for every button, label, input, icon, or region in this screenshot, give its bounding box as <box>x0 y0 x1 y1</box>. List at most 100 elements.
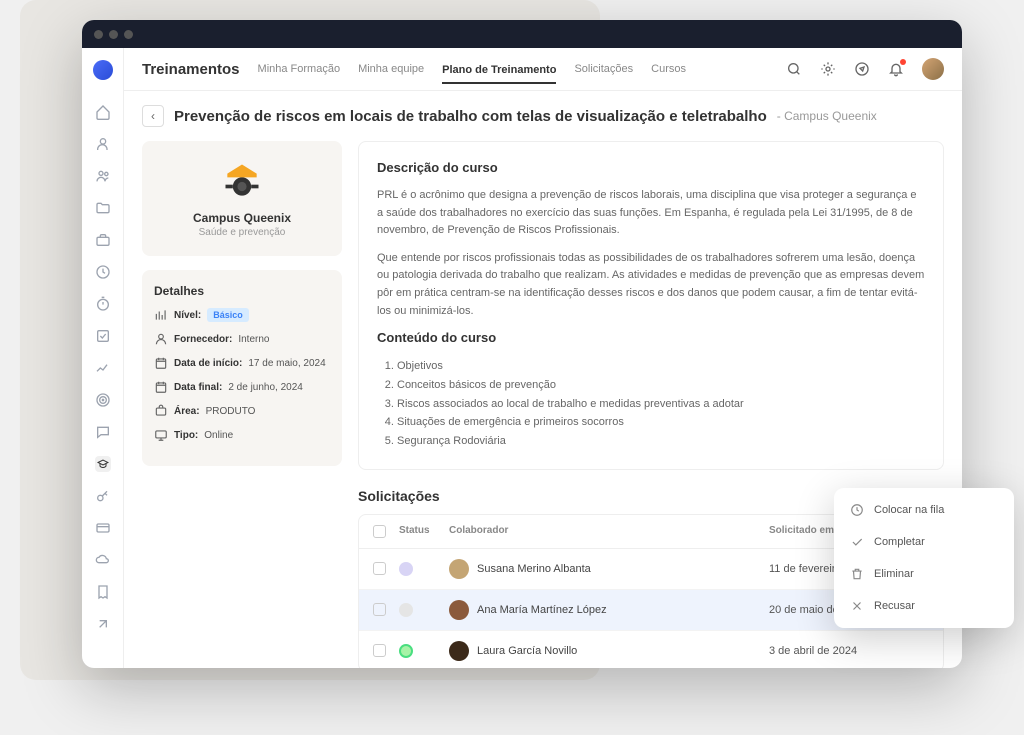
column-status: Status <box>399 525 449 538</box>
folder-icon[interactable] <box>95 200 111 216</box>
provider-card: Campus Queenix Saúde e prevenção <box>142 141 342 256</box>
content-item: Objetivos <box>397 357 925 376</box>
menu-delete[interactable]: Eliminar <box>840 558 1008 590</box>
page-title-suffix: - Campus Queenix <box>777 109 877 123</box>
content-item: Situações de emergência e primeiros soco… <box>397 413 925 432</box>
user-icon[interactable] <box>95 136 111 152</box>
type-label: Tipo: <box>174 430 198 441</box>
collaborator-name: Susana Merino Albanta <box>477 563 591 575</box>
collaborator-avatar <box>449 641 469 661</box>
collaborator-name: Laura García Novillo <box>477 645 577 657</box>
level-icon <box>154 308 168 322</box>
settings-icon[interactable] <box>820 61 836 77</box>
row-checkbox[interactable] <box>373 644 386 657</box>
area-value: PRODUTO <box>206 406 256 417</box>
end-date-value: 2 de junho, 2024 <box>228 382 303 393</box>
window-minimize-dot[interactable] <box>109 30 118 39</box>
topbar: Treinamentos Minha Formação Minha equipe… <box>124 48 962 91</box>
tab-my-training[interactable]: Minha Formação <box>258 63 341 75</box>
level-label: Nível: <box>174 310 201 321</box>
status-indicator <box>399 562 413 576</box>
check-square-icon[interactable] <box>95 328 111 344</box>
briefcase-icon[interactable] <box>95 232 111 248</box>
start-date-label: Data de início: <box>174 358 242 369</box>
target-icon[interactable] <box>95 392 111 408</box>
area-label: Área: <box>174 406 200 417</box>
provider-subtitle: Saúde e prevenção <box>154 227 330 238</box>
content-item: Conceitos básicos de prevenção <box>397 376 925 395</box>
home-icon[interactable] <box>95 104 111 120</box>
collaborator-avatar <box>449 600 469 620</box>
tab-my-team[interactable]: Minha equipe <box>358 63 424 75</box>
end-date-icon <box>154 380 168 394</box>
start-date-value: 17 de maio, 2024 <box>248 358 325 369</box>
type-icon <box>154 428 168 442</box>
details-card: Detalhes Nível: Básico Fornecedor: Inter… <box>142 270 342 466</box>
cloud-icon[interactable] <box>95 552 111 568</box>
module-title: Treinamentos <box>142 61 240 78</box>
bell-icon[interactable] <box>888 61 904 77</box>
tab-courses[interactable]: Cursos <box>651 63 686 75</box>
chart-icon[interactable] <box>95 360 111 376</box>
back-button[interactable]: ‹ <box>142 105 164 127</box>
collaborator-avatar <box>449 559 469 579</box>
card-icon[interactable] <box>95 520 111 536</box>
search-icon[interactable] <box>786 61 802 77</box>
row-checkbox[interactable] <box>373 603 386 616</box>
provider-icon <box>220 159 264 203</box>
level-badge: Básico <box>207 308 249 322</box>
graduation-icon[interactable] <box>95 456 111 472</box>
menu-queue[interactable]: Colocar na fila <box>840 494 1008 526</box>
check-icon <box>850 535 864 549</box>
column-collaborator: Colaborador <box>449 525 769 538</box>
timer-icon[interactable] <box>95 296 111 312</box>
provider-name: Campus Queenix <box>154 211 330 225</box>
supplier-icon <box>154 332 168 346</box>
content-heading: Conteúdo do curso <box>377 330 925 345</box>
clock-icon[interactable] <box>95 264 111 280</box>
description-paragraph-2: Que entende por riscos profissionais tod… <box>377 250 925 320</box>
supplier-label: Fornecedor: <box>174 334 232 345</box>
menu-refuse[interactable]: Recusar <box>840 590 1008 622</box>
page-title: Prevenção de riscos em locais de trabalh… <box>174 108 767 125</box>
receipt-icon[interactable] <box>95 584 111 600</box>
window-titlebar <box>82 20 962 48</box>
row-checkbox[interactable] <box>373 562 386 575</box>
close-icon <box>850 599 864 613</box>
menu-label: Completar <box>874 536 925 548</box>
menu-complete[interactable]: Completar <box>840 526 1008 558</box>
description-paragraph-1: PRL é o acrônimo que designa a prevenção… <box>377 187 925 240</box>
tab-training-plan[interactable]: Plano de Treinamento <box>442 64 556 84</box>
chat-icon[interactable] <box>95 424 111 440</box>
start-date-icon <box>154 356 168 370</box>
tab-requests[interactable]: Solicitações <box>574 63 633 75</box>
menu-label: Colocar na fila <box>874 504 944 516</box>
end-date-label: Data final: <box>174 382 222 393</box>
compass-icon[interactable] <box>854 61 870 77</box>
status-indicator <box>399 644 413 658</box>
trash-icon <box>850 567 864 581</box>
content-item: Segurança Rodoviária <box>397 432 925 451</box>
content-list: Objetivos Conceitos básicos de prevenção… <box>377 357 925 450</box>
collaborator-name: Ana María Martínez López <box>477 604 607 616</box>
content-item: Riscos associados ao local de trabalho e… <box>397 395 925 414</box>
arrow-icon[interactable] <box>95 616 111 632</box>
user-avatar[interactable] <box>922 58 944 80</box>
window-close-dot[interactable] <box>94 30 103 39</box>
area-icon <box>154 404 168 418</box>
status-indicator <box>399 603 413 617</box>
details-heading: Detalhes <box>154 284 330 298</box>
context-menu: Colocar na fila Completar Eliminar Recus… <box>834 488 1014 628</box>
window-maximize-dot[interactable] <box>124 30 133 39</box>
app-window: Treinamentos Minha Formação Minha equipe… <box>82 20 962 668</box>
table-row[interactable]: Laura García Novillo 3 de abril de 2024 <box>359 631 943 668</box>
clock-icon <box>850 503 864 517</box>
sidebar <box>82 48 124 668</box>
notification-dot <box>900 59 906 65</box>
type-value: Online <box>204 430 233 441</box>
users-icon[interactable] <box>95 168 111 184</box>
description-card: Descrição do curso PRL é o acrônimo que … <box>358 141 944 470</box>
key-icon[interactable] <box>95 488 111 504</box>
select-all-checkbox[interactable] <box>373 525 386 538</box>
app-logo[interactable] <box>93 60 113 80</box>
